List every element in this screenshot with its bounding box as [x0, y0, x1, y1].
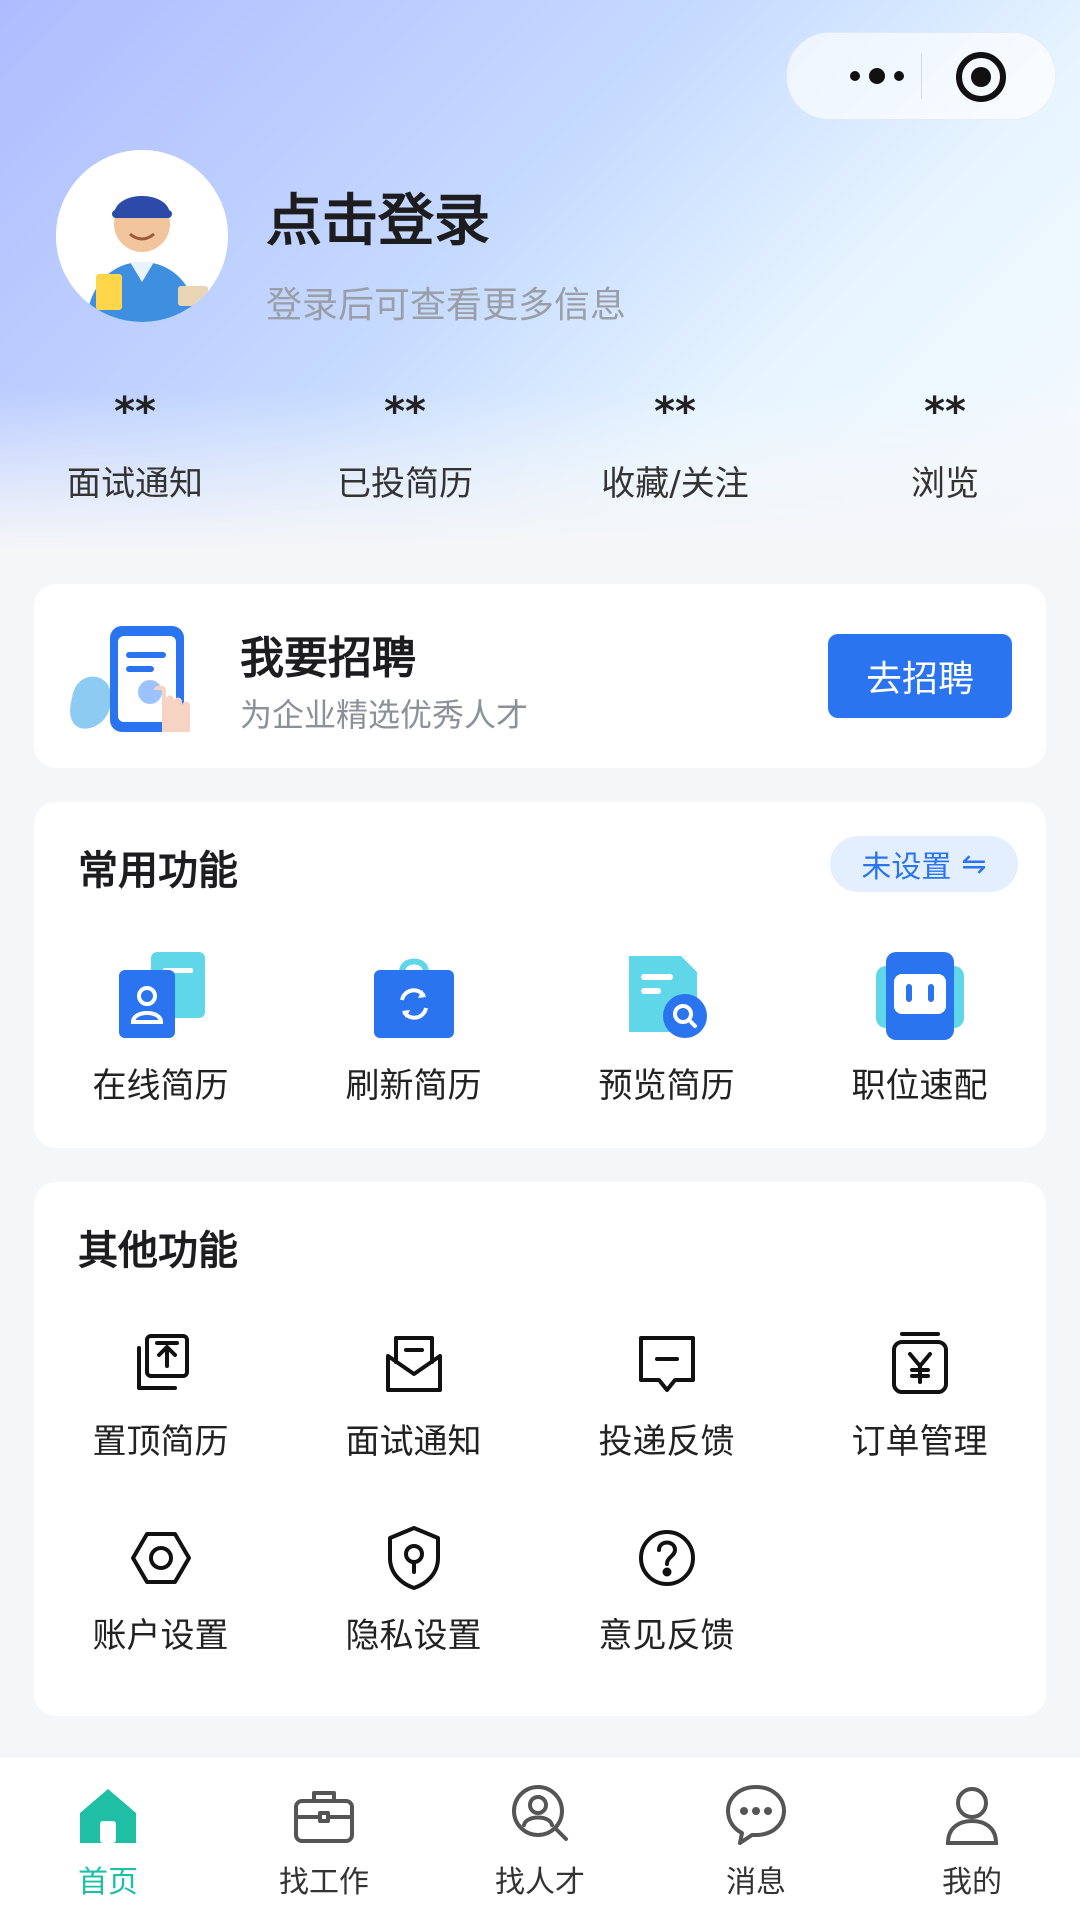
grid-item-label: 预览简历: [598, 1066, 735, 1106]
question-icon: [631, 1522, 703, 1594]
grid-item-label: 隐私设置: [345, 1616, 482, 1656]
grid-item-label: 面试通知: [345, 1422, 482, 1462]
hexagon-settings-icon: [125, 1522, 197, 1594]
tab-mine[interactable]: 我的: [864, 1779, 1080, 1901]
preview-resume-item[interactable]: 预览简历: [540, 948, 793, 1107]
refresh-bag-icon: [366, 948, 462, 1044]
pin-resume-item[interactable]: 置顶简历: [34, 1328, 287, 1463]
home-icon: [72, 1779, 144, 1851]
grid-item-label: 置顶简历: [92, 1422, 229, 1462]
grid-item-label: 账户设置: [92, 1616, 229, 1656]
order-manage-item[interactable]: 订单管理: [793, 1328, 1046, 1463]
stat-value: **: [654, 389, 696, 435]
other-functions-card: 其他功能 置顶简历 面试通知 投递反馈 订单管理 账户设置 隐私设置 意见反馈: [34, 1182, 1046, 1716]
tab-messages[interactable]: 消息: [648, 1779, 864, 1901]
recruit-card[interactable]: 我要招聘 为企业精选优秀人才 去招聘: [34, 584, 1046, 768]
section-title: 其他功能: [78, 1228, 238, 1274]
setting-pill[interactable]: 未设置 ⇋: [830, 836, 1018, 892]
stat-value: **: [384, 389, 426, 435]
stat-label: 收藏/关注: [601, 464, 749, 504]
setting-pill-label: 未设置: [861, 850, 952, 885]
job-match-item[interactable]: 职位速配: [793, 948, 1046, 1107]
grid-item-label: 投递反馈: [598, 1422, 735, 1462]
stat-value: **: [114, 389, 156, 435]
online-resume-item[interactable]: 在线简历: [34, 948, 287, 1107]
search-person-icon: [504, 1779, 576, 1851]
grid-item-label: 订单管理: [851, 1422, 988, 1462]
tab-label: 消息: [726, 1865, 786, 1900]
recruit-subtitle: 为企业精选优秀人才: [240, 696, 529, 734]
avatar[interactable]: [56, 150, 228, 322]
go-recruit-button[interactable]: 去招聘: [828, 634, 1012, 718]
stat-value: **: [924, 389, 966, 435]
preview-icon: [619, 948, 715, 1044]
tab-home[interactable]: 首页: [0, 1779, 216, 1901]
close-target-icon[interactable]: [953, 49, 1009, 105]
stat-views[interactable]: ** 浏览: [810, 388, 1080, 505]
more-icon[interactable]: [827, 59, 927, 93]
stat-label: 面试通知: [67, 464, 203, 504]
stat-interview[interactable]: ** 面试通知: [0, 388, 270, 505]
capsule-divider: [921, 53, 922, 99]
tab-label: 首页: [78, 1865, 138, 1900]
tab-label: 找工作: [279, 1865, 369, 1900]
briefcase-icon: [288, 1779, 360, 1851]
swap-icon: ⇋: [961, 846, 987, 882]
stat-label: 浏览: [911, 464, 979, 504]
tab-find-job[interactable]: 找工作: [216, 1779, 432, 1901]
tab-label: 我的: [942, 1865, 1002, 1900]
match-robot-icon: [872, 948, 968, 1044]
privacy-settings-item[interactable]: 隐私设置: [287, 1522, 540, 1657]
grid-item-label: 职位速配: [851, 1066, 988, 1106]
stat-favorites[interactable]: ** 收藏/关注: [540, 388, 810, 505]
common-functions-card: 常用功能 未设置 ⇋ 在线简历 刷新简历 预览简历 职位速配: [34, 802, 1046, 1148]
bottom-tab-bar: 首页 找工作 找人才 消息 我的: [0, 1756, 1080, 1921]
tab-label: 找人才: [495, 1865, 585, 1900]
recruit-phone-icon: [66, 620, 206, 740]
resume-icon: [113, 948, 209, 1044]
suggestion-feedback-item[interactable]: 意见反馈: [540, 1522, 793, 1657]
grid-item-label: 意见反馈: [598, 1616, 735, 1656]
stats-row: ** 面试通知 ** 已投简历 ** 收藏/关注 ** 浏览: [0, 388, 1080, 518]
tab-find-talent[interactable]: 找人才: [432, 1779, 648, 1901]
refresh-resume-item[interactable]: 刷新简历: [287, 948, 540, 1107]
grid-item-label: 在线简历: [92, 1066, 229, 1106]
login-title[interactable]: 点击登录: [266, 176, 490, 257]
feedback-message-icon: [631, 1328, 703, 1400]
yen-order-icon: [884, 1328, 956, 1400]
miniprogram-capsule: [786, 32, 1056, 120]
delivery-feedback-item[interactable]: 投递反馈: [540, 1328, 793, 1463]
mail-icon: [378, 1328, 450, 1400]
shield-lock-icon: [378, 1522, 450, 1594]
pin-top-icon: [125, 1328, 197, 1400]
stat-applied[interactable]: ** 已投简历: [270, 388, 540, 505]
recruit-title: 我要招聘: [240, 633, 416, 684]
grid-item-label: 刷新简历: [345, 1066, 482, 1106]
avatar-illustration: [56, 150, 228, 322]
section-title: 常用功能: [78, 848, 238, 894]
interview-notice-item[interactable]: 面试通知: [287, 1328, 540, 1463]
login-subtitle: 登录后可查看更多信息: [266, 285, 627, 326]
user-icon: [936, 1779, 1008, 1851]
stat-label: 已投简历: [337, 464, 473, 504]
chat-icon: [720, 1779, 792, 1851]
account-settings-item[interactable]: 账户设置: [34, 1522, 287, 1657]
